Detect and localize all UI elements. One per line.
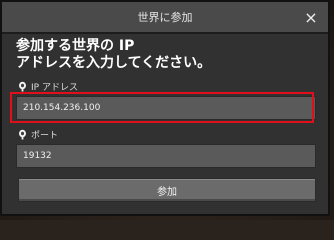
close-button[interactable]: × (300, 6, 322, 28)
port-value: 19132 (23, 151, 52, 161)
join-button-label: 参加 (157, 186, 177, 198)
join-world-dialog: 世界に参加 × 参加する世界の IP アドレスを入力してください。 IP アドレ… (0, 0, 330, 216)
port-label-text: ポート (31, 131, 59, 141)
dialog-title: 世界に参加 (137, 11, 193, 24)
ip-label-text: IP アドレス (31, 83, 78, 93)
ip-label: IP アドレス (18, 80, 78, 93)
ip-address-input[interactable]: 210.154.236.100 (16, 96, 316, 120)
close-icon: × (304, 7, 318, 27)
dialog-heading: 参加する世界の IP アドレスを入力してください。 (16, 38, 212, 71)
pin-icon (18, 81, 27, 92)
join-button[interactable]: 参加 (18, 178, 316, 202)
port-input[interactable]: 19132 (16, 144, 316, 168)
pin-icon (18, 129, 27, 140)
dialog-titlebar: 世界に参加 × (2, 2, 328, 34)
port-label: ポート (18, 128, 58, 141)
ip-address-value: 210.154.236.100 (23, 103, 101, 113)
